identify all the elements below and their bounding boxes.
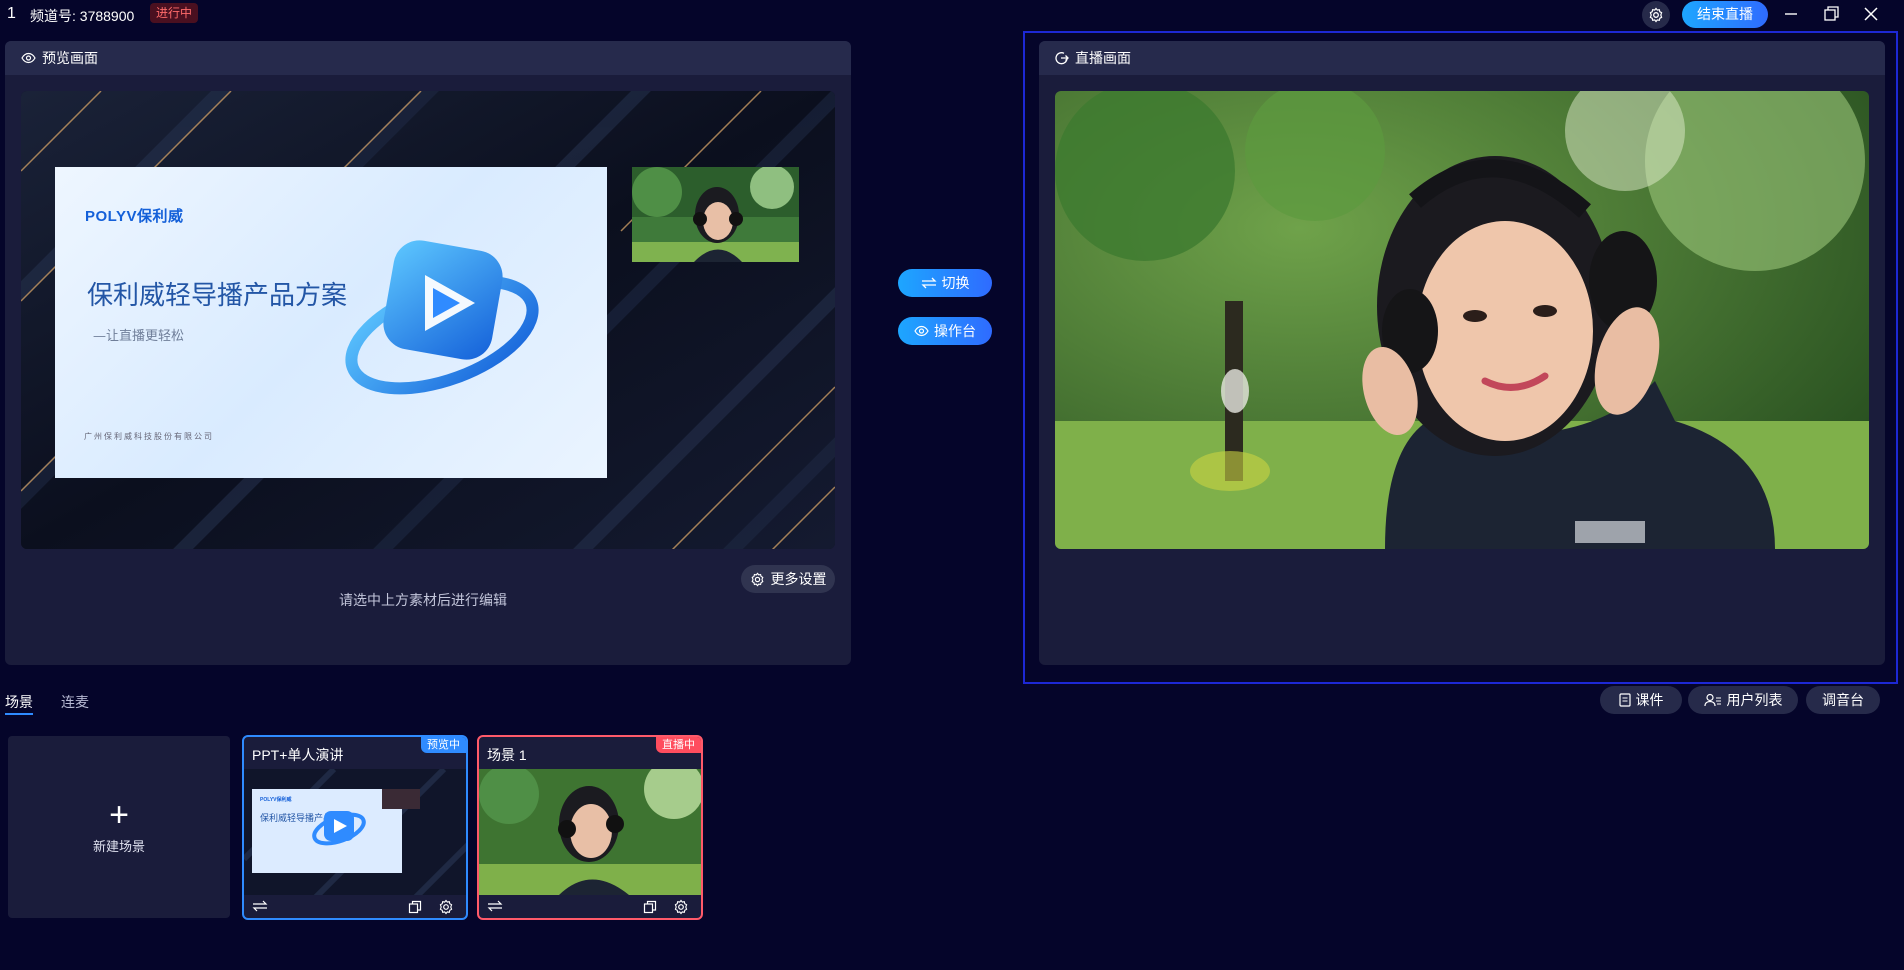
settings-button[interactable]: [1642, 1, 1670, 29]
scene-thumbnail: [479, 769, 701, 895]
document-icon: [1618, 693, 1631, 707]
more-settings-label: 更多设置: [770, 571, 827, 587]
restore-icon: [1824, 6, 1839, 21]
minimize-button[interactable]: [1780, 4, 1802, 24]
title-bar: 1 频道号: 3788900 进行中 结束直播: [0, 0, 1904, 29]
minimize-icon: [1785, 13, 1797, 15]
gear-icon: [751, 572, 763, 586]
console-label: 操作台: [934, 323, 976, 339]
status-badge: 进行中: [150, 3, 199, 23]
live-title: 直播画面: [1075, 50, 1131, 66]
copy-icon[interactable]: [408, 900, 422, 914]
preview-panel-header: 预览画面: [5, 41, 851, 75]
switch-icon[interactable]: [487, 900, 503, 912]
restore-button[interactable]: [1820, 4, 1842, 24]
tab-lianmai[interactable]: 连麦: [61, 692, 89, 712]
preview-title: 预览画面: [42, 50, 98, 66]
tab-active-indicator: [5, 713, 33, 715]
user-list-icon: [1703, 693, 1721, 707]
slide-logo: POLYV保利威: [85, 208, 184, 225]
new-scene-label: 新建场景: [92, 838, 145, 854]
switch-icon: [920, 277, 937, 289]
scene-card-1[interactable]: 场景 1 直播中: [477, 735, 703, 920]
switch-icon[interactable]: [252, 900, 268, 912]
preview-badge: 预览中: [421, 737, 466, 753]
scene-card-title: PPT+单人演讲: [252, 747, 344, 763]
courseware-label: 课件: [1635, 692, 1664, 708]
scene-card-footer: [244, 895, 466, 918]
gear-icon: [1649, 7, 1663, 23]
more-settings-button[interactable]: 更多设置: [741, 565, 835, 593]
svg-text:POLYV保利威: POLYV保利威: [260, 796, 292, 803]
scene-thumbnail: POLYV保利威 保利威轻导播产品方案: [244, 769, 466, 895]
slide-title: 保利威轻导播产品方案: [87, 281, 348, 311]
window-index: 1: [7, 5, 16, 22]
eye-icon: [21, 52, 36, 64]
plus-icon: +: [109, 795, 129, 834]
scene-card-ppt[interactable]: PPT+单人演讲 预览中 POLYV保利威 保利威轻导播产品方案: [242, 735, 468, 920]
user-list-label: 用户列表: [1726, 692, 1783, 708]
switch-label: 切换: [941, 275, 970, 291]
live-badge: 直播中: [656, 737, 701, 753]
close-button[interactable]: [1860, 4, 1882, 24]
slide-company: 广州保利威科技股份有限公司: [84, 432, 214, 441]
gear-icon[interactable]: [438, 899, 454, 915]
new-scene-button[interactable]: + 新建场景: [8, 736, 230, 918]
user-list-button[interactable]: 用户列表: [1688, 686, 1798, 714]
console-button[interactable]: 操作台: [898, 317, 992, 345]
camera-pip-image[interactable]: [632, 167, 799, 262]
gear-icon[interactable]: [673, 899, 689, 915]
tab-scene[interactable]: 场景: [5, 692, 33, 712]
live-output-icon: [1055, 52, 1069, 65]
mixer-button[interactable]: 调音台: [1806, 686, 1880, 714]
eye-icon: [914, 325, 929, 337]
scene-card-footer: [479, 895, 701, 918]
channel-number: 频道号: 3788900: [30, 8, 135, 24]
live-panel-header: 直播画面: [1039, 41, 1885, 75]
switch-button[interactable]: 切换: [898, 269, 992, 297]
scene-card-title: 场景 1: [487, 747, 527, 763]
slide-subtitle: —让直播更轻松: [93, 329, 185, 344]
courseware-button[interactable]: 课件: [1600, 686, 1682, 714]
ppt-slide[interactable]: POLYV保利威 保利威轻导播产品方案 —让直播更轻松 广州保利威科技股份有限公…: [55, 167, 607, 478]
play-logo-icon: [345, 240, 539, 395]
mixer-label: 调音台: [1822, 692, 1864, 708]
edit-hint: 请选中上方素材后进行编辑: [339, 592, 507, 608]
live-video-image[interactable]: [1055, 91, 1869, 549]
end-live-button[interactable]: 结束直播: [1682, 1, 1768, 28]
close-icon: [1864, 7, 1878, 21]
copy-icon[interactable]: [643, 900, 657, 914]
